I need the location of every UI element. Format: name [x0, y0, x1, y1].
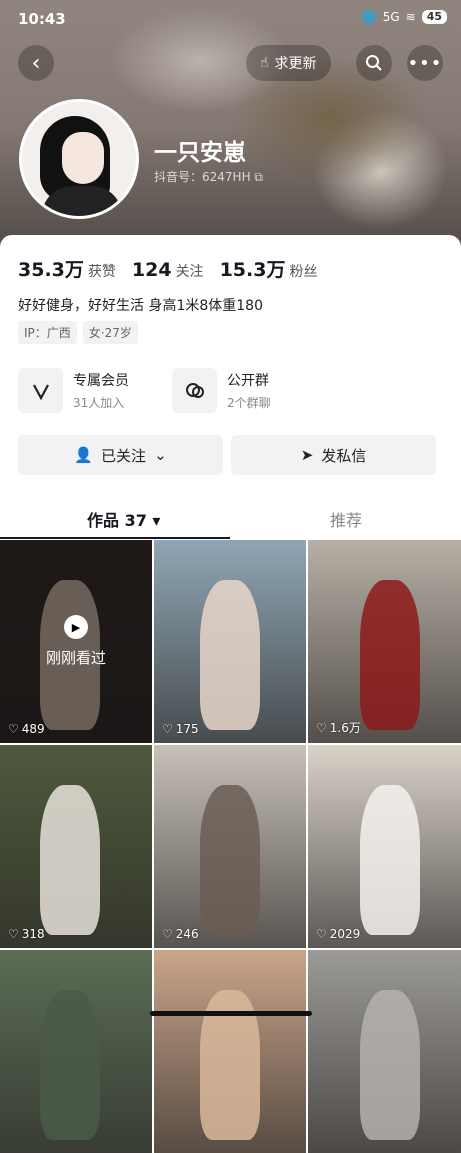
video-thumbnail[interactable]: ▶ 刚刚看过 ♡ 489 [0, 540, 152, 743]
video-thumbnail[interactable]: ♡ 2029 [308, 745, 461, 948]
wifi-icon: ≋ [405, 10, 416, 24]
profile-name: 一只安崽 [154, 140, 246, 166]
video-thumbnail[interactable] [154, 950, 306, 1153]
search-icon [366, 55, 382, 71]
chevron-left-icon: ‹ [31, 50, 41, 76]
thumbnail-figure [360, 990, 420, 1140]
request-update-label: 求更新 [274, 56, 317, 72]
user-check-icon: 👤 [74, 446, 94, 464]
stat-followers[interactable]: 15.3万 粉丝 [220, 255, 318, 282]
battery-icon: 45 [421, 10, 447, 24]
thumbnail-figure [360, 785, 420, 935]
thumbnail-figure [40, 785, 100, 935]
video-thumbnail[interactable]: ♡ 175 [154, 540, 306, 743]
tags: IP：广西 女·27岁 [18, 321, 138, 344]
play-icon: ▶ [64, 615, 88, 639]
video-likes: ♡ 175 [162, 722, 199, 736]
thumbnail-figure [200, 580, 260, 730]
heart-icon: ♡ [8, 927, 19, 941]
send-icon: ➤ [300, 446, 314, 464]
bio: 好好健身，好好生活 身高1米8体重180 [18, 298, 263, 314]
chevron-down-icon: ⌄ [154, 446, 167, 464]
thumbnail-figure [360, 580, 420, 730]
stats-row: 35.3万 获赞 124 关注 15.3万 粉丝 [18, 255, 317, 282]
video-likes: ♡ 489 [8, 722, 45, 736]
heart-icon: ♡ [162, 927, 173, 941]
stat-following[interactable]: 124 关注 [132, 259, 204, 281]
globe-icon: 🌐 [361, 10, 377, 24]
thumbnail-figure [40, 990, 100, 1140]
video-likes: ♡ 246 [162, 927, 199, 941]
v-icon [18, 368, 63, 413]
video-thumbnail[interactable]: ♡ 246 [154, 745, 306, 948]
video-thumbnail[interactable]: ♡ 1.6万 [308, 540, 461, 743]
tab-recommend[interactable]: 推荐 [330, 507, 362, 531]
thumbnail-figure [200, 785, 260, 935]
heart-icon: ♡ [162, 722, 173, 736]
profile-card: 35.3万 获赞 124 关注 15.3万 粉丝 好好健身，好好生活 身高1米8体重1… [0, 235, 461, 540]
content-tabs: 作品 37 ▾ 推荐 [0, 497, 461, 539]
avatar[interactable] [19, 99, 139, 219]
back-button[interactable]: ‹ [18, 45, 54, 81]
stat-likes[interactable]: 35.3万 获赞 [18, 255, 116, 282]
video-thumbnail[interactable] [308, 950, 461, 1153]
video-likes: ♡ 2029 [316, 927, 361, 941]
home-indicator [150, 1011, 312, 1016]
request-update-button[interactable]: ☝ 求更新 [246, 45, 331, 81]
video-thumbnail[interactable]: ♡ 318 [0, 745, 152, 948]
heart-icon: ♡ [316, 720, 327, 735]
heart-icon: ♡ [316, 927, 327, 941]
video-likes: ♡ 318 [8, 927, 45, 941]
member-feature[interactable]: 专属会员 31人加入 [18, 368, 129, 413]
video-grid: ▶ 刚刚看过 ♡ 489 ♡ 175 ♡ 1.6万 ♡ 318 ♡ 246 ♡ 2029 [0, 540, 461, 1153]
hand-icon: ☝ [260, 55, 269, 71]
status-bar: 10:43 🌐 5G ≋ 45 [0, 0, 461, 40]
tab-underline [0, 537, 230, 539]
tag-gender-age: 女·27岁 [82, 321, 138, 344]
video-thumbnail[interactable] [0, 950, 152, 1153]
signal-icon: 5G [382, 10, 400, 24]
status-time: 10:43 [18, 10, 66, 28]
chat-group-icon [172, 368, 217, 413]
tag-ip: IP：广西 [18, 321, 77, 344]
more-button[interactable]: ••• [407, 45, 443, 81]
recently-watched-overlay: ▶ 刚刚看过 [0, 540, 152, 743]
copy-icon: ⧉ [254, 170, 263, 184]
more-dots-icon: ••• [407, 52, 443, 74]
douyin-id[interactable]: 抖音号：6247HH ⧉ [154, 168, 263, 185]
search-button[interactable] [356, 45, 392, 81]
group-feature[interactable]: 公开群 2个群聊 [172, 368, 271, 413]
video-likes: ♡ 1.6万 [316, 720, 361, 736]
message-button[interactable]: ➤ 发私信 [231, 435, 436, 475]
tab-works[interactable]: 作品 37 ▾ [87, 507, 160, 531]
followed-button[interactable]: 👤 已关注 ⌄ [18, 435, 223, 475]
heart-icon: ♡ [8, 722, 19, 736]
